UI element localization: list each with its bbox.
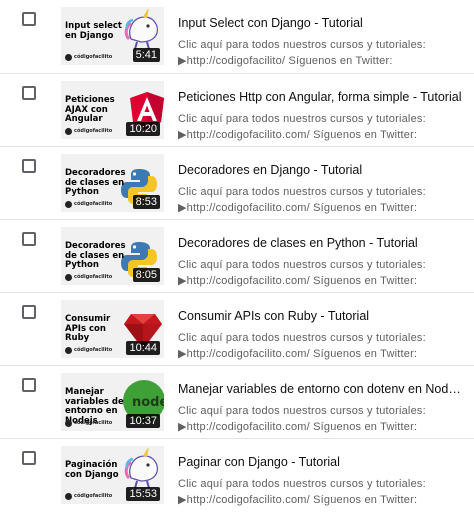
duration-badge: 10:44 bbox=[126, 341, 160, 355]
description-link: http://codigofacilito.com/ Síguenos en T… bbox=[186, 494, 418, 506]
brand-logo: códigofacilito bbox=[65, 492, 112, 500]
description-link: http://codigofacilito.com/ Síguenos en T… bbox=[186, 275, 418, 287]
brand-label: códigofacilito bbox=[74, 128, 113, 134]
thumbnail-title: Paginación con Django bbox=[65, 460, 119, 480]
brand-logo: códigofacilito bbox=[65, 273, 112, 281]
thumbnail-title: Input select en Django bbox=[65, 21, 122, 41]
video-row[interactable]: node Manejar variables de entorno en Node… bbox=[0, 366, 474, 440]
select-checkbox[interactable] bbox=[22, 378, 36, 392]
thumbnail-title: Peticiones AJAX con Angular bbox=[65, 95, 115, 124]
video-description: Clic aquí para todos nuestros cursos y t… bbox=[178, 476, 440, 508]
brand-label: códigofacilito bbox=[74, 274, 113, 280]
play-arrow-icon: ▶ bbox=[178, 348, 187, 360]
video-title[interactable]: Paginar con Django - Tutorial bbox=[178, 455, 466, 469]
duration-badge: 5:41 bbox=[132, 48, 160, 62]
brand-icon bbox=[65, 346, 72, 354]
duration-badge: 8:05 bbox=[132, 268, 160, 282]
video-thumbnail[interactable]: node Manejar variables de entorno en Node… bbox=[61, 373, 164, 431]
video-thumbnail[interactable]: Consumir APIs con Ruby códigofacilito 10:4… bbox=[61, 300, 164, 358]
video-thumbnail[interactable]: Decoradores de clases en Python códigofac… bbox=[61, 227, 164, 285]
video-description: Clic aquí para todos nuestros cursos y t… bbox=[178, 37, 440, 69]
description-line-1: Clic aquí para todos nuestros cursos y t… bbox=[178, 478, 426, 490]
description-link: http://codigofacilito.com/ Síguenos en T… bbox=[186, 348, 418, 360]
description-line-2: ▶http://codigofacilito.com/ Síguenos en … bbox=[178, 419, 440, 435]
select-checkbox[interactable] bbox=[22, 305, 36, 319]
video-row[interactable]: Paginación con Django códigofacilito 15:53… bbox=[0, 439, 474, 513]
description-line-1: Clic aquí para todos nuestros cursos y t… bbox=[178, 405, 426, 417]
svg-text:node: node bbox=[132, 395, 164, 410]
video-title[interactable]: Peticiones Http con Angular, forma simpl… bbox=[178, 90, 466, 104]
brand-label: códigofacilito bbox=[74, 493, 113, 499]
video-description: Clic aquí para todos nuestros cursos y t… bbox=[178, 403, 440, 435]
video-description: Clic aquí para todos nuestros cursos y t… bbox=[178, 111, 440, 143]
video-thumbnail[interactable]: Peticiones AJAX con Angular códigofacilit… bbox=[61, 81, 164, 139]
description-line-1: Clic aquí para todos nuestros cursos y t… bbox=[178, 332, 426, 344]
video-description: Clic aquí para todos nuestros cursos y t… bbox=[178, 330, 440, 362]
video-thumbnail[interactable]: Paginación con Django códigofacilito 15:53 bbox=[61, 446, 164, 504]
description-line-1: Clic aquí para todos nuestros cursos y t… bbox=[178, 259, 426, 271]
brand-logo: códigofacilito bbox=[65, 53, 112, 61]
description-link: http://codigofacilito/ Síguenos en Twitt… bbox=[186, 55, 393, 67]
video-thumbnail[interactable]: Input select en Django códigofacilito 5:41 bbox=[61, 7, 164, 65]
video-title[interactable]: Manejar variables de entorno con dotenv … bbox=[178, 382, 466, 396]
video-description: Clic aquí para todos nuestros cursos y t… bbox=[178, 184, 440, 216]
play-arrow-icon: ▶ bbox=[178, 202, 187, 214]
select-checkbox[interactable] bbox=[22, 159, 36, 173]
video-row[interactable]: Input select en Django códigofacilito 5:41… bbox=[0, 0, 474, 74]
brand-logo: códigofacilito bbox=[65, 127, 112, 135]
video-title[interactable]: Decoradores en Django - Tutorial bbox=[178, 163, 466, 177]
video-title[interactable]: Input Select con Django - Tutorial bbox=[178, 16, 466, 30]
description-link: http://codigofacilito.com/ Síguenos en T… bbox=[186, 202, 418, 214]
description-line-2: ▶http://codigofacilito.com/ Síguenos en … bbox=[178, 346, 440, 362]
video-thumbnail[interactable]: Decoradores de clases en Python códigofac… bbox=[61, 154, 164, 212]
description-line-2: ▶http://codigofacilito.com/ Síguenos en … bbox=[178, 492, 440, 508]
brand-label: códigofacilito bbox=[74, 420, 113, 426]
duration-badge: 15:53 bbox=[126, 487, 160, 501]
duration-badge: 10:20 bbox=[126, 122, 160, 136]
brand-label: códigofacilito bbox=[74, 201, 113, 207]
video-description: Clic aquí para todos nuestros cursos y t… bbox=[178, 257, 440, 289]
video-row[interactable]: Decoradores de clases en Python códigofac… bbox=[0, 220, 474, 294]
description-line-1: Clic aquí para todos nuestros cursos y t… bbox=[178, 113, 426, 125]
select-checkbox[interactable] bbox=[22, 86, 36, 100]
brand-logo: códigofacilito bbox=[65, 419, 112, 427]
brand-logo: códigofacilito bbox=[65, 200, 112, 208]
brand-label: códigofacilito bbox=[74, 347, 113, 353]
description-line-2: ▶http://codigofacilito.com/ Síguenos en … bbox=[178, 127, 440, 143]
play-arrow-icon: ▶ bbox=[178, 129, 187, 141]
select-checkbox[interactable] bbox=[22, 12, 36, 26]
brand-icon bbox=[65, 492, 72, 500]
brand-label: códigofacilito bbox=[74, 54, 113, 60]
video-title[interactable]: Consumir APIs con Ruby - Tutorial bbox=[178, 309, 466, 323]
select-checkbox[interactable] bbox=[22, 451, 36, 465]
duration-badge: 10:37 bbox=[126, 414, 160, 428]
brand-icon bbox=[65, 53, 72, 61]
play-arrow-icon: ▶ bbox=[178, 421, 187, 433]
thumbnail-title: Decoradores de clases en Python bbox=[65, 241, 126, 270]
play-arrow-icon: ▶ bbox=[178, 494, 187, 506]
description-link: http://codigofacilito.com/ Síguenos en T… bbox=[186, 421, 418, 433]
play-arrow-icon: ▶ bbox=[178, 275, 187, 287]
description-line-1: Clic aquí para todos nuestros cursos y t… bbox=[178, 39, 426, 51]
video-title[interactable]: Decoradores de clases en Python - Tutori… bbox=[178, 236, 466, 250]
brand-icon bbox=[65, 273, 72, 281]
brand-logo: códigofacilito bbox=[65, 346, 112, 354]
duration-badge: 8:53 bbox=[132, 195, 160, 209]
description-line-2: ▶http://codigofacilito.com/ Síguenos en … bbox=[178, 273, 440, 289]
thumbnail-title: Decoradores de clases en Python bbox=[65, 168, 126, 197]
video-row[interactable]: Consumir APIs con Ruby códigofacilito 10:4… bbox=[0, 293, 474, 367]
select-checkbox[interactable] bbox=[22, 232, 36, 246]
thumbnail-title: Consumir APIs con Ruby bbox=[65, 314, 111, 343]
brand-icon bbox=[65, 127, 72, 135]
video-row[interactable]: Peticiones AJAX con Angular códigofacilit… bbox=[0, 74, 474, 148]
description-line-1: Clic aquí para todos nuestros cursos y t… bbox=[178, 186, 426, 198]
video-row[interactable]: Decoradores de clases en Python códigofac… bbox=[0, 147, 474, 221]
brand-icon bbox=[65, 200, 72, 208]
brand-icon bbox=[65, 419, 72, 427]
description-link: http://codigofacilito.com/ Síguenos en T… bbox=[186, 129, 418, 141]
description-line-2: ▶http://codigofacilito/ Síguenos en Twit… bbox=[178, 53, 440, 69]
description-line-2: ▶http://codigofacilito.com/ Síguenos en … bbox=[178, 200, 440, 216]
play-arrow-icon: ▶ bbox=[178, 55, 187, 67]
